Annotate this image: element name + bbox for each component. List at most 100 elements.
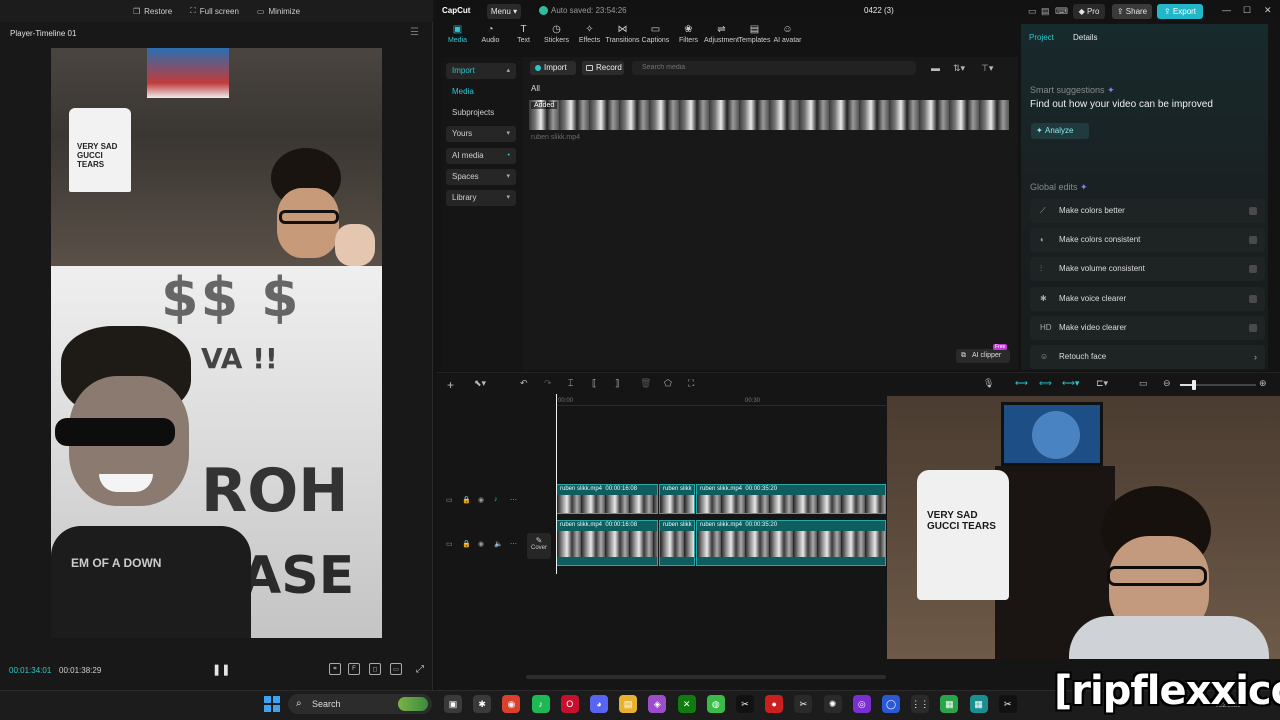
magnet-icon[interactable]: ⟺ (1039, 378, 1052, 389)
preview-axis-icon[interactable]: ⊏▾ (1096, 378, 1108, 389)
zoom-slider-handle[interactable] (1192, 380, 1196, 390)
xbox-icon[interactable]: ✕ (677, 695, 696, 713)
view-toggle-icon[interactable]: ▬ (931, 63, 940, 73)
delete-icon[interactable]: 🗑 (640, 378, 651, 389)
player-menu-icon[interactable]: ☰ (410, 27, 419, 38)
spotify-icon[interactable]: ♪ (531, 695, 550, 713)
app-blue-icon[interactable]: ◯ (882, 695, 900, 713)
toggle-switch[interactable] (1249, 207, 1257, 215)
lock-icon[interactable]: 🔒 (462, 496, 471, 504)
toggle-switch[interactable] (1249, 324, 1257, 332)
snap-icon[interactable]: ⟷▾ (1062, 378, 1079, 389)
capcut-alt-icon[interactable]: ✂ (794, 695, 813, 713)
crop-icon[interactable]: ⌗ (329, 663, 341, 675)
capcut-icon[interactable]: ✂ (736, 695, 754, 713)
task-view-icon[interactable]: ▣ (444, 695, 462, 713)
pro-button[interactable]: ◆ Pro (1073, 4, 1105, 19)
global-edit-make-colors-better[interactable]: ⟋ Make colors better (1030, 199, 1265, 223)
nav-library[interactable]: Library ▾ (446, 190, 516, 206)
taskbar-search[interactable]: ⌕ Search (288, 694, 432, 714)
tab-all[interactable]: All (531, 84, 540, 93)
redo-icon[interactable]: ↷ (544, 378, 552, 389)
tab-transitions[interactable]: ⋈ Transitions (606, 24, 640, 54)
video-preview[interactable]: VERY SAD GUCCI TEARS $$ $ VA !! ROH ASE … (51, 48, 382, 638)
track-collapse-icon[interactable]: ▭ (446, 540, 453, 548)
marker-icon[interactable]: ⬠ (664, 378, 672, 389)
analyze-button[interactable]: ✦ Analyze (1031, 123, 1089, 139)
ai-clipper-button[interactable]: ⧉ AI clipper (956, 349, 1010, 363)
lock-icon[interactable]: 🔒 (462, 540, 471, 548)
search-media-input[interactable] (632, 61, 916, 75)
pause-icon[interactable]: ❚❚ (212, 663, 230, 676)
sort-icon[interactable]: ⇅▾ (953, 63, 965, 74)
chevron-right-icon[interactable]: › (1254, 345, 1257, 369)
caption-icon[interactable]: ▭ (1139, 378, 1148, 389)
minimize-window-icon[interactable]: — (1222, 5, 1231, 15)
toggle-switch[interactable] (1249, 236, 1257, 244)
zoom-out-icon[interactable]: ⊖ (1163, 378, 1171, 389)
zoom-slider[interactable] (1180, 380, 1256, 390)
screenshot-icon[interactable]: ◻ (369, 663, 381, 675)
timeline-clip[interactable]: ruben slikk.mp4 00:00:16:08 (556, 520, 658, 566)
global-edit-make-colors-consistent[interactable]: ◐ Make colors consistent (1030, 228, 1265, 252)
trim-left-icon[interactable]: ⟦ (592, 378, 596, 389)
nav-import[interactable]: Import ▴ (446, 63, 516, 79)
undo-icon[interactable]: ↶ (520, 378, 528, 389)
opera-icon[interactable]: O (560, 695, 579, 713)
ratio-icon[interactable]: ▭ (390, 663, 402, 675)
tab-text[interactable]: T Text (507, 24, 540, 54)
timeline-clip[interactable]: ruben slikk (659, 484, 695, 514)
chrome-icon[interactable]: ◉ (502, 695, 521, 713)
tab-templates[interactable]: ▤ Templates (738, 24, 771, 54)
trim-right-icon[interactable]: ⟧ (615, 378, 619, 389)
grid-icon[interactable]: ⋮⋮ (911, 695, 930, 713)
more-icon[interactable]: ⋯ (510, 496, 517, 504)
track-collapse-icon[interactable]: ▭ (446, 496, 453, 504)
select-tool-icon[interactable]: ⬉▾ (474, 378, 486, 389)
visibility-icon[interactable]: ◉ (478, 496, 484, 504)
tab-ai-avatar[interactable]: ☺ AI avatar (771, 24, 804, 54)
nav-yours[interactable]: Yours ▾ (446, 126, 516, 142)
panels-icon[interactable]: ▤ (1041, 6, 1050, 17)
nav-subprojects[interactable]: Subprojects (446, 105, 516, 121)
maximize-window-icon[interactable]: ☐ (1243, 5, 1251, 16)
tab-captions[interactable]: ▭ Captions (639, 24, 672, 54)
audio-link-icon[interactable]: ♪ (494, 496, 498, 503)
app-teal-icon[interactable]: ▦ (969, 695, 988, 713)
timeline-clip[interactable]: ruben slikk (659, 520, 695, 566)
split-icon[interactable]: ⌶ (568, 378, 573, 389)
fullscreen-button[interactable]: ⛶ Full screen (190, 6, 239, 16)
restore-button[interactable]: ❐ Restore (133, 7, 172, 16)
minimize-button[interactable]: ▭ Minimize (257, 7, 300, 16)
tab-stickers[interactable]: ◷ Stickers (540, 24, 573, 54)
shortcuts-icon[interactable]: ⌨ (1055, 6, 1068, 17)
link-icon[interactable]: ⟷ (1015, 378, 1028, 389)
timeline-clip[interactable]: ruben slikk.mp4 00:00:35:20 (696, 484, 886, 514)
app-green-icon[interactable]: ◍ (706, 695, 725, 713)
global-edit-make-video-clearer[interactable]: HD Make video clearer (1030, 316, 1265, 340)
timeline-ruler[interactable] (556, 396, 886, 406)
playhead[interactable] (556, 394, 557, 574)
zoom-in-icon[interactable]: ⊕ (1259, 378, 1267, 389)
media-thumbnail[interactable] (529, 100, 1009, 130)
tab-filters[interactable]: ❀ Filters (672, 24, 705, 54)
add-icon[interactable]: + (447, 378, 454, 392)
layout-icon[interactable]: ▭ (1028, 6, 1037, 17)
record-button[interactable]: Record (582, 61, 624, 75)
settings-icon[interactable]: ✱ (473, 695, 492, 713)
app-purple-icon[interactable]: ◎ (852, 695, 871, 713)
file-explorer-icon[interactable]: ▤ (619, 695, 638, 713)
more-icon[interactable]: ⋯ (510, 540, 517, 548)
tab-adjustment[interactable]: ⇌ Adjustment (704, 24, 739, 54)
cover-button[interactable]: ✎ Cover (527, 533, 551, 559)
close-window-icon[interactable]: ✕ (1264, 5, 1272, 16)
global-edit-retouch-face[interactable]: ☺ Retouch face › (1030, 345, 1265, 369)
timeline-clip[interactable]: ruben slikk.mp4 00:00:16:08 (556, 484, 658, 514)
tab-effects[interactable]: ✧ Effects (573, 24, 606, 54)
tab-audio[interactable]: ◔ Audio (474, 24, 507, 54)
nav-ai-media[interactable]: AI media • (446, 148, 516, 164)
toggle-switch[interactable] (1249, 265, 1257, 273)
full-quality-icon[interactable]: F (348, 663, 360, 675)
fullscreen-toggle-icon[interactable]: ⤢ (414, 663, 426, 675)
timeline-scrollbar[interactable] (526, 675, 886, 679)
